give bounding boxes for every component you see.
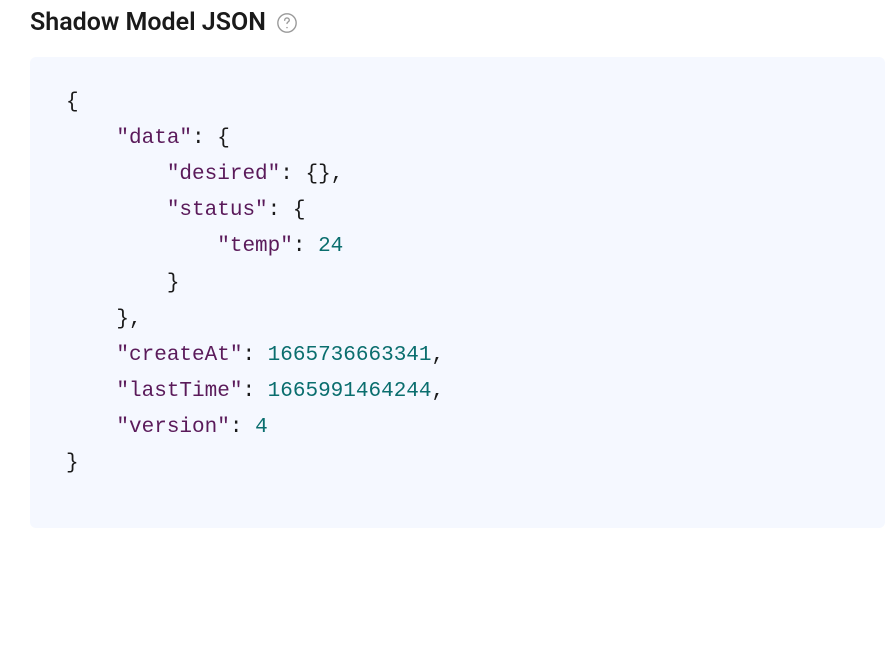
code-indent [66,308,116,331]
code-punct: : [268,199,293,222]
code-indent [66,199,167,222]
code-punct: , [432,344,445,367]
code-brace: { [217,127,230,150]
code-indent [66,272,167,295]
json-code-block: { "data": { "desired": {}, "status": { "… [30,57,885,528]
help-icon[interactable] [276,12,298,34]
code-punct: : [293,235,318,258]
code-value: 24 [318,235,343,258]
code-brace: } [66,452,79,475]
code-brace: } [167,272,180,295]
code-key: "status" [167,199,268,222]
code-brace: { [66,91,79,114]
code-punct: : [280,163,305,186]
code-key: "lastTime" [116,380,242,403]
code-punct: , [331,163,344,186]
code-punct: : [192,127,217,150]
code-brace: } [116,308,129,331]
code-value: 4 [255,416,268,439]
code-brace: { [293,199,306,222]
code-punct: : [242,380,267,403]
code-key: "data" [116,127,192,150]
code-value: 1665736663341 [268,344,432,367]
code-key: "desired" [167,163,280,186]
code-indent [66,380,116,403]
code-indent [66,127,116,150]
code-punct: , [432,380,445,403]
code-key: "version" [116,416,229,439]
code-key: "temp" [217,235,293,258]
code-indent [66,163,167,186]
code-punct: : [230,416,255,439]
code-key: "createAt" [116,344,242,367]
code-indent [66,344,116,367]
code-value: 1665991464244 [268,380,432,403]
code-value: {} [305,163,330,186]
section-title: Shadow Model JSON [30,8,266,37]
code-indent [66,235,217,258]
code-punct: , [129,308,142,331]
section-header: Shadow Model JSON [30,8,894,37]
code-indent [66,416,116,439]
code-punct: : [242,344,267,367]
